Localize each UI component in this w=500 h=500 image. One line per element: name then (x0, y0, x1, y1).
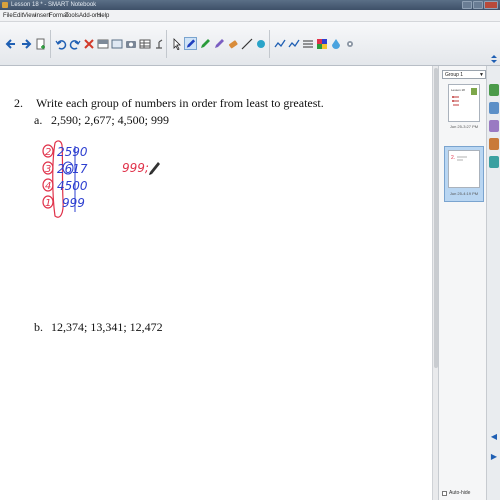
group-select[interactable]: Group 1 ▼ (442, 70, 486, 79)
page-sorter-tab-icon[interactable] (489, 84, 499, 96)
group-select-value: Group 1 (445, 72, 464, 78)
auto-hide-checkbox[interactable] (442, 490, 447, 496)
order-number: 1 (45, 198, 51, 209)
close-button[interactable] (484, 1, 498, 9)
svg-text:2.: 2. (451, 155, 455, 161)
page-thumbnail-1[interactable]: Lesson 18 (448, 84, 480, 122)
order-number: 2 (45, 147, 51, 158)
toolbar-move-icon[interactable] (487, 52, 500, 65)
chevron-down-icon: ▼ (479, 72, 484, 78)
order-number: 4 (45, 181, 51, 192)
handwritten-number: 999 (62, 196, 85, 210)
collapse-right-icon[interactable]: ▶ (489, 452, 499, 464)
page-thumbnail-2[interactable]: 2. (448, 150, 480, 188)
auto-hide-toggle[interactable]: Auto-hide (442, 490, 470, 496)
window-controls (462, 1, 498, 9)
addons-tab-icon[interactable] (489, 156, 499, 168)
collapse-left-icon[interactable]: ◀ (489, 432, 499, 444)
thumbnail-caption: Jun 25-3:27 PM (449, 124, 479, 129)
maximize-button[interactable] (473, 1, 483, 9)
properties-tab-icon[interactable] (489, 138, 499, 150)
handwritten-number: 4500 (57, 179, 88, 193)
pen-cursor-icon (149, 162, 160, 175)
auto-hide-label: Auto-hide (449, 490, 471, 496)
ink-layer: 2 3 4 1 2590 2617 4500 999 999; (42, 140, 160, 218)
side-tabs: ◀ ▶ (486, 66, 500, 500)
gallery-tab-icon[interactable] (489, 102, 499, 114)
order-number: 3 (45, 164, 51, 175)
handwritten-number: 2590 (57, 145, 88, 159)
red-answer: 999; (122, 161, 149, 175)
minimize-button[interactable] (462, 1, 472, 9)
thumbnail-caption: Jun 25-4:19 PM (449, 191, 479, 196)
attachments-tab-icon[interactable] (489, 120, 499, 132)
svg-text:Lesson 18: Lesson 18 (451, 88, 465, 92)
